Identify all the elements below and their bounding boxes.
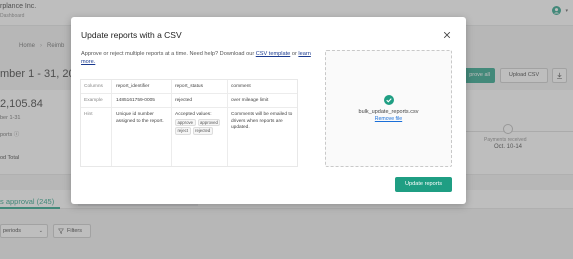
accepted-value-chip: approved <box>197 118 221 126</box>
csv-template-link[interactable]: CSV template <box>256 51 291 57</box>
accepted-value-chip: approve <box>175 118 196 126</box>
table-divider <box>227 80 228 166</box>
row-label-columns: Columns <box>84 84 103 89</box>
example-comment: over mileage limit <box>231 98 269 103</box>
update-reports-button[interactable]: Update reports <box>395 177 452 192</box>
intro-text: Approve or reject multiple reports at a … <box>81 51 255 57</box>
uploaded-file-name: bulk_update_reports.csv <box>358 109 419 115</box>
row-label-example: Example <box>84 98 103 103</box>
hint-report-status-text: Accepted values: <box>175 112 212 117</box>
file-dropzone[interactable]: bulk_update_reports.csv Remove file <box>325 50 452 167</box>
intro-or: or <box>291 51 297 57</box>
upload-csv-modal: Update reports with a CSV Approve or rej… <box>71 17 466 204</box>
column-report-identifier: report_identifier <box>116 84 150 89</box>
hint-report-identifier: Unique id number assigned to the report. <box>116 112 164 124</box>
modal-intro: Approve or reject multiple reports at a … <box>81 50 313 66</box>
example-report-identifier: 1485161759-0005 <box>116 98 155 103</box>
example-report-status: rejected <box>175 98 193 103</box>
hint-comment: Comments will be emailed to drivers when… <box>231 112 293 130</box>
accepted-value-chip: rejected <box>192 127 213 135</box>
check-circle-icon <box>384 95 394 105</box>
table-divider <box>81 93 297 94</box>
table-divider <box>171 80 172 166</box>
hint-report-status: Accepted values: approve approved reject r… <box>175 112 227 136</box>
csv-format-table: Columns Example Hint report_identifier r… <box>80 79 298 167</box>
table-divider <box>81 107 297 108</box>
modal-title: Update reports with a CSV <box>81 30 182 40</box>
close-icon[interactable] <box>443 31 451 39</box>
table-divider <box>111 80 112 166</box>
column-comment: comment <box>231 84 251 89</box>
remove-file-link[interactable]: Remove file <box>326 116 451 122</box>
column-report-status: report_status <box>175 84 203 89</box>
row-label-hint: Hint <box>84 112 93 117</box>
accepted-value-chip: reject <box>175 127 191 135</box>
